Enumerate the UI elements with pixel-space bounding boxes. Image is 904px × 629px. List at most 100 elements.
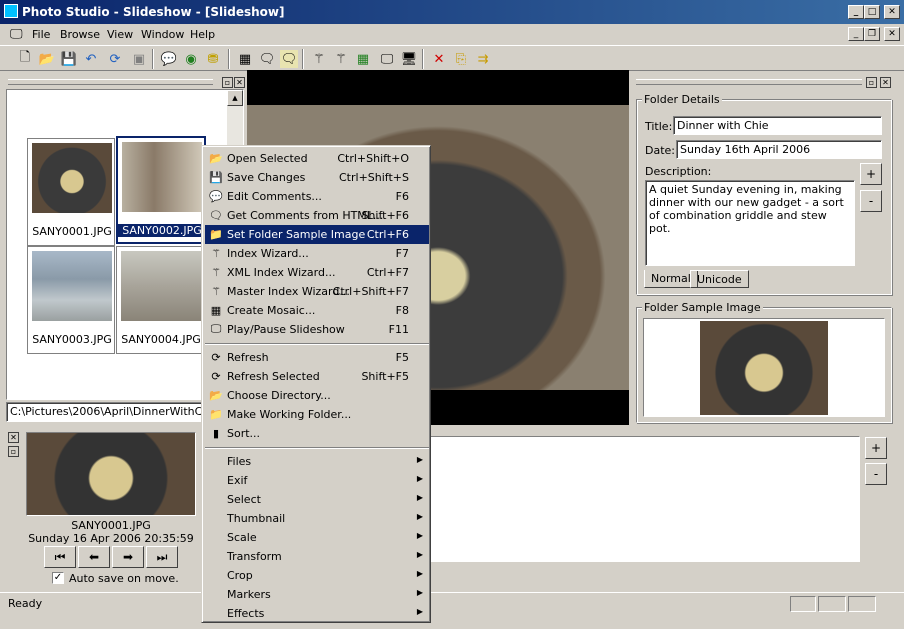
wand-icon[interactable]: ⚚ — [310, 50, 328, 68]
last-image-button[interactable]: ⏭ — [146, 546, 178, 568]
bubble-html-icon[interactable]: 🗨 — [280, 50, 298, 68]
context-menu-item[interactable]: 💬 Edit Comments... F6 — [205, 187, 429, 206]
choose-dir-icon: 📂 — [209, 388, 223, 402]
sort-icon: ▮ — [212, 426, 220, 440]
context-menu-item[interactable]: ⚚ Index Wizard... F7 — [205, 244, 429, 263]
comments-minus-button[interactable]: - — [865, 463, 887, 485]
next-image-button[interactable]: ➡ — [112, 546, 144, 568]
details-close-button[interactable]: ✕ — [880, 77, 891, 88]
description-minus-button[interactable]: - — [860, 190, 882, 212]
menu-view[interactable]: View — [107, 28, 133, 41]
context-menu-item[interactable]: Exif ▶ — [205, 471, 429, 490]
context-menu-item[interactable]: Select ▶ — [205, 490, 429, 509]
comments-area[interactable] — [430, 436, 860, 562]
preview-close-button[interactable]: ✕ — [8, 432, 19, 443]
sample-icon[interactable]: ▦ — [236, 50, 254, 68]
autosave-checkbox[interactable]: ✓ — [52, 572, 64, 584]
context-menu-item[interactable]: ⟳ Refresh Selected Shift+F5 — [205, 367, 429, 386]
menu-item-label: Index Wizard... — [227, 247, 309, 260]
delete-icon[interactable]: ✕ — [430, 50, 448, 68]
context-menu-item[interactable]: Crop ▶ — [205, 566, 429, 585]
thumbnail-item-selected[interactable]: SANY0002.JPG — [116, 136, 206, 244]
context-menu-item[interactable]: 📂 Open Selected Ctrl+Shift+O — [205, 149, 429, 168]
menu-item-label: Open Selected — [227, 152, 308, 165]
refresh-icon[interactable]: ⟳ — [106, 50, 124, 68]
comments-plus-button[interactable]: + — [865, 437, 887, 459]
menu-window[interactable]: Window — [141, 28, 184, 41]
xml-wand-icon[interactable]: ⚚ — [332, 50, 350, 68]
title-field[interactable]: Dinner with Chie — [673, 116, 882, 135]
minimize-button[interactable]: _ — [848, 5, 864, 19]
index-icon[interactable]: ⛃ — [204, 50, 222, 68]
context-menu-item[interactable]: 📁 Set Folder Sample Image Ctrl+F6 — [205, 225, 429, 244]
bubble-icon[interactable]: 🗨 — [258, 50, 276, 68]
context-menu-item[interactable]: 🖵 Play/Pause Slideshow F11 — [205, 320, 429, 339]
menu-item-shortcut: Ctrl+Shift+S — [339, 171, 409, 184]
move-icon[interactable]: ⇉ — [474, 50, 492, 68]
context-menu-item[interactable]: Transform ▶ — [205, 547, 429, 566]
date-field[interactable]: Sunday 16th April 2006 — [676, 140, 882, 159]
submenu-arrow-icon: ▶ — [416, 550, 423, 559]
menu-file[interactable]: File — [32, 28, 50, 41]
context-menu-item[interactable]: ⚚ Master Index Wizard... Ctrl+Shift+F7 — [205, 282, 429, 301]
menu-item-shortcut: Ctrl+Shift+O — [337, 152, 409, 165]
comment-icon: 💬 — [209, 189, 223, 203]
menu-browse[interactable]: Browse — [60, 28, 100, 41]
status-bar: Ready — [0, 592, 904, 612]
thumbnail-caption: SANY0001.JPG — [32, 225, 112, 238]
mdi-restore-button[interactable]: ❐ — [864, 27, 880, 41]
menu-item-label: Thumbnail — [227, 512, 286, 525]
menu-item-label: Choose Directory... — [227, 389, 331, 402]
context-menu-item[interactable]: Thumbnail ▶ — [205, 509, 429, 528]
details-float-button[interactable]: ▫ — [866, 77, 877, 88]
new-icon[interactable]: 🗋 — [16, 50, 34, 68]
thumbnail-item[interactable]: SANY0001.JPG — [27, 138, 115, 246]
close-button[interactable]: ✕ — [884, 5, 900, 19]
copy-icon[interactable]: ⎘ — [452, 50, 470, 68]
context-menu-item[interactable]: 🗨 Get Comments from HTML... Shift+F6 — [205, 206, 429, 225]
slideshow-icon[interactable]: 🖵 — [378, 50, 396, 68]
context-menu: 📂 Open Selected Ctrl+Shift+O 💾 Save Changes C… — [201, 145, 431, 623]
open-icon[interactable]: 📂 — [38, 50, 56, 68]
context-menu-item[interactable]: 📁 Make Working Folder... — [205, 405, 429, 424]
previous-image-button[interactable]: ⬅ — [78, 546, 110, 568]
mdi-minimize-button[interactable]: _ — [848, 27, 864, 41]
web-icon[interactable]: ◉ — [182, 50, 200, 68]
maximize-button[interactable]: □ — [864, 5, 880, 19]
context-menu-item[interactable]: ⚚ XML Index Wizard... Ctrl+F7 — [205, 263, 429, 282]
context-menu-item[interactable]: ▦ Create Mosaic... F8 — [205, 301, 429, 320]
context-menu-item[interactable]: Scale ▶ — [205, 528, 429, 547]
context-menu-item[interactable]: Markers ▶ — [205, 585, 429, 604]
mdi-close-button[interactable]: ✕ — [884, 27, 900, 41]
screen-icon[interactable]: 🖥 — [400, 50, 418, 68]
thumbnail-item[interactable]: SANY0004.JPG — [116, 246, 204, 354]
description-plus-button[interactable]: + — [860, 163, 882, 185]
context-menu-item[interactable]: Files ▶ — [205, 452, 429, 471]
undo-icon[interactable]: ↶ — [82, 50, 100, 68]
thumbnail-item[interactable]: SANY0003.JPG — [27, 246, 115, 354]
mosaic-icon[interactable]: ▦ — [354, 50, 372, 68]
panel-close-button[interactable]: ✕ — [234, 77, 245, 88]
description-field[interactable]: A quiet Sunday evening in, making dinner… — [645, 180, 855, 266]
save-icon[interactable]: ▣ — [130, 50, 148, 68]
context-menu-item[interactable]: ▮ Sort... — [205, 424, 429, 443]
context-menu-item[interactable]: 💾 Save Changes Ctrl+Shift+S — [205, 168, 429, 187]
submenu-arrow-icon: ▶ — [416, 607, 423, 616]
description-label: Description: — [645, 165, 712, 178]
folder-details-heading: Folder Details — [642, 93, 722, 106]
autosave-label: Auto save on move. — [69, 572, 179, 585]
thumbnail-image — [121, 251, 201, 321]
scroll-up-arrow[interactable]: ▲ — [227, 90, 243, 106]
context-menu-item[interactable]: ⟳ Refresh F5 — [205, 348, 429, 367]
context-menu-item[interactable]: 📂 Choose Directory... — [205, 386, 429, 405]
first-image-button[interactable]: ⏮ — [44, 546, 76, 568]
comment-icon[interactable]: 💬 — [160, 50, 178, 68]
context-menu-item[interactable]: Effects ▶ — [205, 604, 429, 623]
menu-help[interactable]: Help — [190, 28, 215, 41]
panel-float-button[interactable]: ▫ — [222, 77, 233, 88]
folder-sample-icon: 📁 — [209, 227, 223, 241]
save-as-icon[interactable]: 💾 — [60, 50, 78, 68]
tab-unicode[interactable]: Unicode — [690, 270, 749, 288]
preview-float-button[interactable]: ▫ — [8, 446, 19, 457]
menu-item-shortcut: Shift+F6 — [361, 209, 409, 222]
